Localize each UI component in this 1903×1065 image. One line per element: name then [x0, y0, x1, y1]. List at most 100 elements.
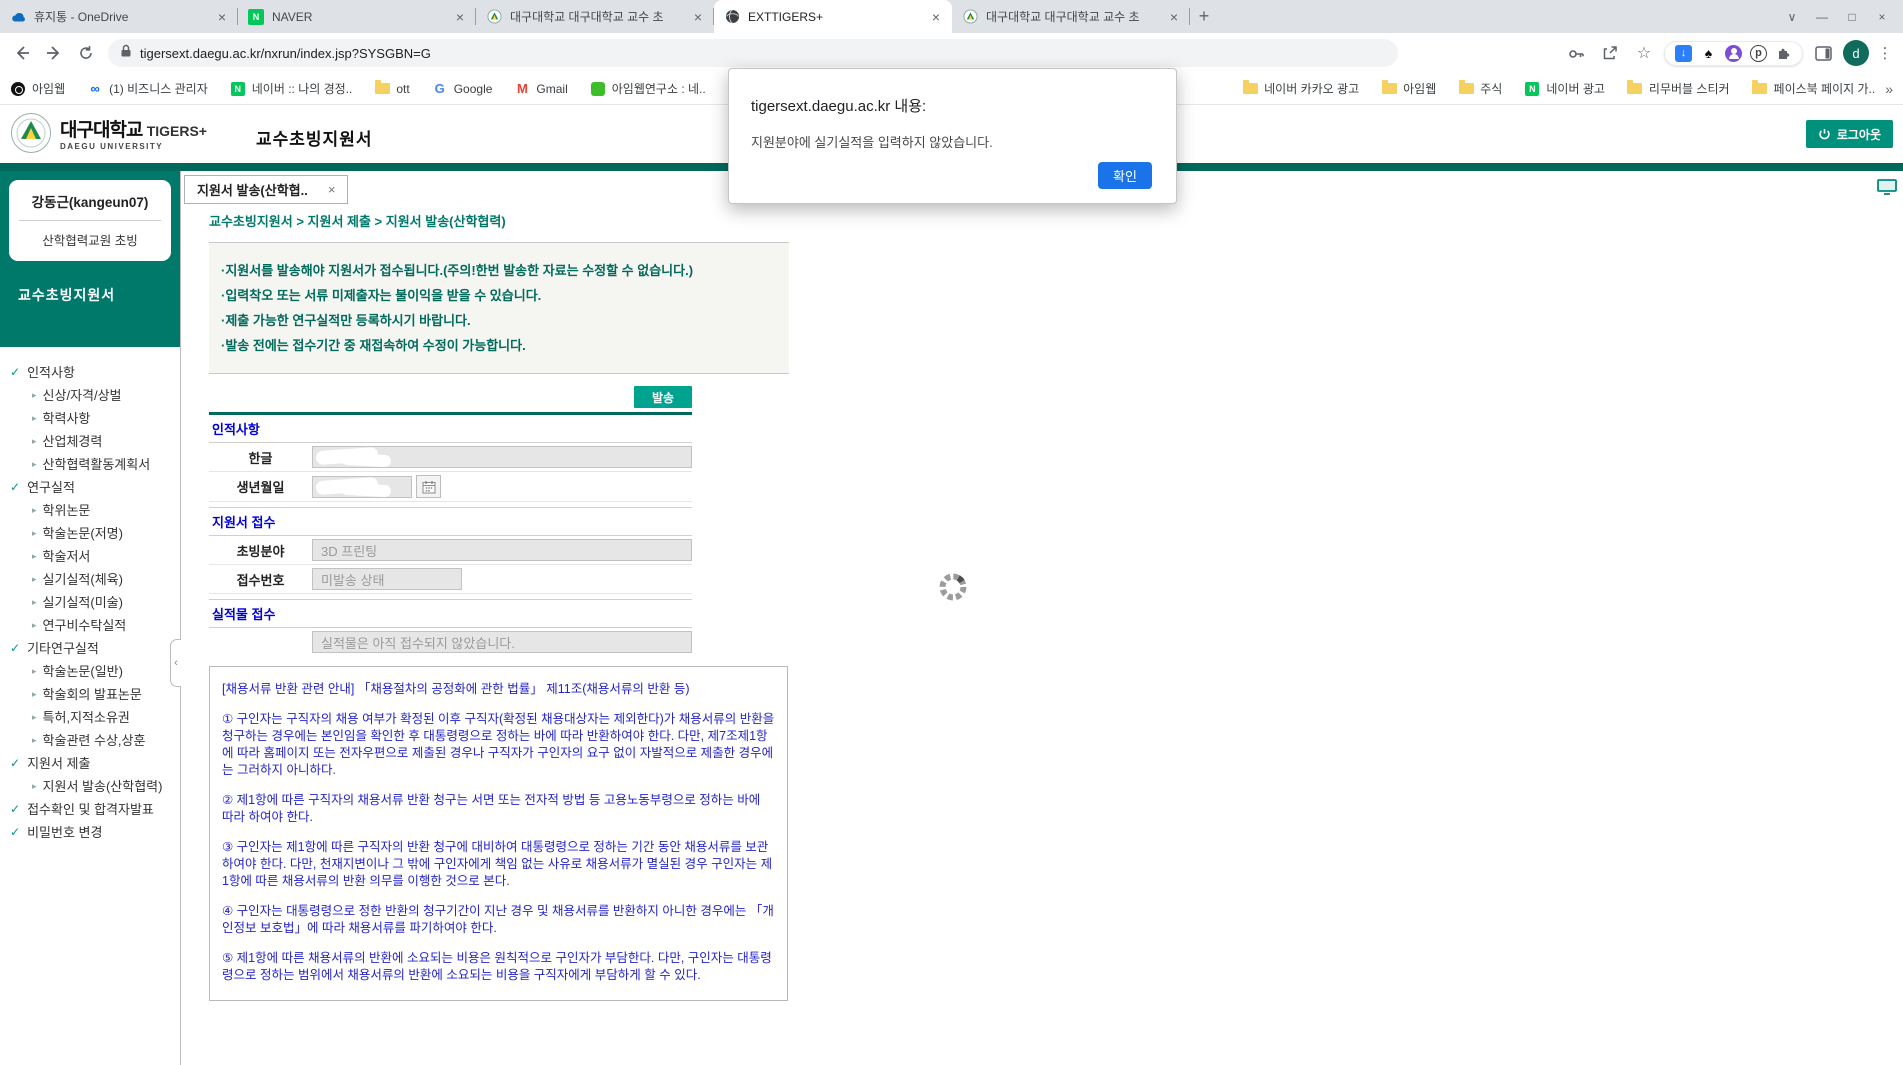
tab-close-icon[interactable]: ×	[692, 10, 704, 24]
tab-daegu-2[interactable]: 대구대학교 대구대학교 교수 초 ×	[952, 0, 1190, 33]
sidebar-item-research[interactable]: ✓연구실적	[0, 476, 180, 499]
bookmarks-overflow-icon[interactable]: »	[1885, 81, 1893, 97]
sidebar-item-label: 지원서 발송(산학협력)	[43, 775, 163, 798]
name-field[interactable]	[312, 446, 692, 468]
window-maximize-icon[interactable]: □	[1837, 10, 1867, 24]
tab-onedrive[interactable]: 휴지통 - OneDrive ×	[0, 0, 238, 33]
sidebar-collapse-handle[interactable]: ‹	[170, 639, 181, 687]
puzzle-extensions-icon[interactable]	[1775, 45, 1792, 62]
password-key-icon[interactable]	[1562, 39, 1590, 67]
sidebar-item-books[interactable]: ▸학술저서	[0, 545, 180, 568]
bookmark-naver-my[interactable]: N 네이버 :: 나의 경정..	[230, 80, 353, 97]
side-panel-icon[interactable]	[1809, 39, 1837, 67]
university-logo[interactable]: 대구대학교 TIGERS+ DAEGU UNIVERSITY	[10, 112, 207, 154]
bookmark-imweb[interactable]: 아임웹	[10, 80, 65, 97]
sidebar-item-profile[interactable]: ▸신상/자격/상벌	[0, 384, 180, 407]
document-tab[interactable]: 지원서 발송(산학협.. ×	[184, 175, 348, 204]
fullscreen-monitor-icon[interactable]	[1877, 179, 1897, 200]
meta-icon: ∞	[87, 81, 103, 97]
window-menu-icon[interactable]: ∨	[1777, 10, 1807, 24]
check-icon: ✓	[10, 752, 20, 775]
bookmark-folder-facebook-page[interactable]: 페이스북 페이지 가..	[1752, 80, 1876, 97]
bookmark-business-manager[interactable]: ∞ (1) 비즈니스 관리자	[87, 80, 208, 97]
pinterest-extension-icon[interactable]: p	[1750, 45, 1767, 62]
bookmark-imweb-lab[interactable]: 아임웹연구소 : 네..	[590, 80, 706, 97]
results-empty-value[interactable]: 실적물은 아직 접수되지 않았습니다.	[312, 631, 692, 653]
tab-exttigers-active[interactable]: EXTTIGERS+ ×	[714, 0, 952, 33]
logout-button[interactable]: 로그아웃	[1806, 120, 1893, 148]
sidebar-item-label: 산업체경력	[43, 430, 103, 453]
sidebar-item-check-results[interactable]: ✓접수확인 및 합격자발표	[0, 798, 180, 821]
sidebar-item-conference-papers[interactable]: ▸학술회의 발표논문	[0, 683, 180, 706]
sidebar-item-practical-sports[interactable]: ▸실기실적(체육)	[0, 568, 180, 591]
bookmark-folder-stickers[interactable]: 리무버블 스티커	[1627, 80, 1730, 97]
sidebar-item-label: 특허,지적소유권	[43, 706, 130, 729]
bookmark-folder-ott[interactable]: ott	[374, 81, 409, 97]
alert-confirm-button[interactable]: 확인	[1098, 162, 1152, 189]
power-icon	[1818, 128, 1831, 141]
sidebar-item-journal-renowned[interactable]: ▸학술논문(저명)	[0, 522, 180, 545]
tab-close-icon[interactable]: ×	[930, 10, 942, 24]
birthdate-field[interactable]	[312, 476, 412, 498]
sidebar-item-change-password[interactable]: ✓비밀번호 변경	[0, 821, 180, 844]
logout-label: 로그아웃	[1837, 126, 1881, 143]
dark-extension-icon[interactable]: ♠	[1700, 45, 1717, 62]
send-button[interactable]: 발송	[634, 386, 692, 408]
bookmark-folder-naver-kakao-ad[interactable]: 네이버 카카오 광고	[1242, 80, 1359, 97]
bookmark-naver-ad[interactable]: N 네이버 광고	[1524, 80, 1605, 97]
invited-field-value[interactable]: 3D 프린팅	[312, 539, 692, 561]
sidebar-item-awards[interactable]: ▸학술관련 수상,상훈	[0, 729, 180, 752]
address-bar[interactable]: tigersext.daegu.ac.kr/nxrun/index.jsp?SY…	[108, 39, 1398, 67]
send-row: 발송	[209, 386, 692, 409]
check-icon: ✓	[10, 476, 20, 499]
naver-icon: N	[231, 82, 245, 96]
sidebar-item-education[interactable]: ▸학력사항	[0, 407, 180, 430]
tab-daegu-1[interactable]: 대구대학교 대구대학교 교수 초 ×	[476, 0, 714, 33]
sidebar-item-other-research[interactable]: ✓기타연구실적	[0, 637, 180, 660]
calendar-button[interactable]	[416, 475, 441, 498]
alert-message: 지원분야에 실기실적을 입력하지 않았습니다.	[751, 132, 1154, 151]
bookmark-folder-stocks[interactable]: 주식	[1458, 80, 1502, 97]
receipt-number-value[interactable]: 미발송 상태	[312, 568, 462, 590]
triangle-icon: ▸	[32, 453, 37, 476]
sidebar-item-research-fund[interactable]: ▸연구비수탁실적	[0, 614, 180, 637]
bookmark-star-icon[interactable]: ☆	[1630, 39, 1658, 67]
bookmark-folder-imweb[interactable]: 아임웹	[1381, 80, 1436, 97]
tab-close-icon[interactable]: ×	[1168, 10, 1180, 24]
download-extension-icon[interactable]: ↓	[1675, 45, 1692, 62]
sidebar-item-submit[interactable]: ✓지원서 제출	[0, 752, 180, 775]
document-tab-close-icon[interactable]: ×	[328, 182, 336, 197]
profile-extension-icon[interactable]	[1725, 45, 1742, 62]
user-name: 강동근(kangeun07)	[15, 191, 165, 211]
bookmark-google[interactable]: G Google	[432, 81, 493, 97]
new-tab-button[interactable]: +	[1190, 0, 1218, 33]
sidebar-item-patents[interactable]: ▸특허,지적소유권	[0, 706, 180, 729]
legal-paragraph: ⑤ 제1항에 따른 채용서류의 반환에 소요되는 비용은 원칙적으로 구인자가 …	[222, 950, 775, 984]
sidebar-item-industry-career[interactable]: ▸산업체경력	[0, 430, 180, 453]
window-minimize-icon[interactable]: —	[1807, 10, 1837, 24]
profile-avatar[interactable]: d	[1843, 40, 1869, 66]
back-icon[interactable]	[8, 39, 36, 67]
triangle-icon: ▸	[32, 591, 37, 614]
tab-close-icon[interactable]: ×	[216, 10, 228, 24]
browser-menu-icon[interactable]: ⋮	[1875, 44, 1895, 62]
sidebar-item-label: 인적사항	[27, 361, 75, 384]
sidebar-item-cooperation-plan[interactable]: ▸산학협력활동계획서	[0, 453, 180, 476]
alert-title: tigersext.daegu.ac.kr 내용:	[751, 95, 1154, 116]
sidebar-item-practical-art[interactable]: ▸실기실적(미술)	[0, 591, 180, 614]
sidebar-item-send-application[interactable]: ▸지원서 발송(산학협력)	[0, 775, 180, 798]
forward-icon[interactable]	[40, 39, 68, 67]
window-close-icon[interactable]: ×	[1867, 10, 1897, 24]
bookmark-gmail[interactable]: M Gmail	[514, 81, 567, 97]
share-icon[interactable]	[1596, 39, 1624, 67]
tab-close-icon[interactable]: ×	[454, 10, 466, 24]
legal-paragraph: ④ 구인자는 대통령령으로 정한 반환의 청구기간이 지난 경우 및 채용서류를…	[222, 903, 775, 937]
form-row-results: 실적물은 아직 접수되지 않았습니다.	[209, 628, 692, 656]
notice-line: ·발송 전에는 접수기간 중 재접속하여 수정이 가능합니다.	[221, 333, 777, 358]
bookmark-label: 네이버 카카오 광고	[1264, 80, 1359, 97]
sidebar-item-journal-general[interactable]: ▸학술논문(일반)	[0, 660, 180, 683]
reload-icon[interactable]	[72, 39, 100, 67]
sidebar-item-personal[interactable]: ✓인적사항	[0, 361, 180, 384]
tab-naver[interactable]: N NAVER ×	[238, 0, 476, 33]
sidebar-item-thesis[interactable]: ▸학위논문	[0, 499, 180, 522]
